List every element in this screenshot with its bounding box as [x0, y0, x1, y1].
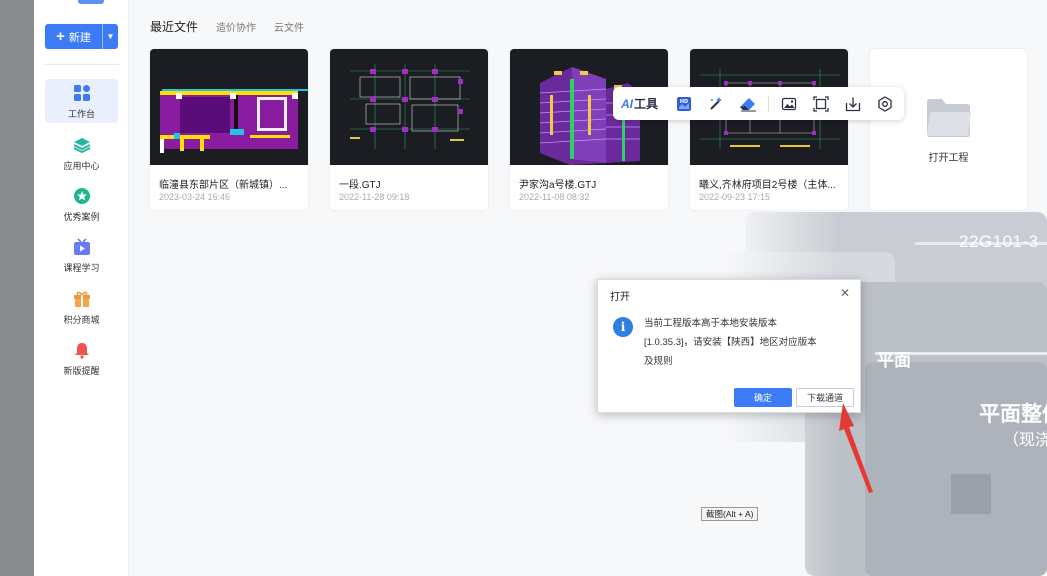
sidebar-item-points-mall[interactable]: 积分商城: [45, 285, 118, 329]
file-date: 2023-03-24 16:46: [159, 192, 231, 202]
confirm-button[interactable]: 确定: [734, 388, 792, 407]
new-dropdown-arrow[interactable]: ▼: [102, 24, 118, 49]
file-card[interactable]: 尹家沟a号楼.GTJ 2022-11-08 08:32: [510, 49, 668, 210]
new-button-label: 新建: [68, 31, 91, 44]
gift-icon: [72, 289, 92, 309]
layers-icon: [72, 135, 92, 155]
sidebar-item-label: 工作台: [67, 108, 95, 119]
image-icon[interactable]: [773, 87, 805, 120]
sidebar-item-app-center[interactable]: 应用中心: [45, 131, 118, 175]
ai-toolbar: AI 工具 HD: [613, 87, 904, 120]
hd-icon[interactable]: HD: [668, 87, 700, 120]
tab-recent-files[interactable]: 最近文件: [150, 18, 198, 35]
file-date: 2022-11-08 08:32: [519, 192, 590, 202]
app-logo-fragment: [78, 0, 104, 4]
background-subheading: （现浇混: [1003, 432, 1047, 449]
file-card[interactable]: 一段.GTJ 2022-11-28 09:18: [330, 49, 488, 210]
eraser-icon[interactable]: [732, 87, 764, 120]
ai-tools-label: 工具: [634, 97, 659, 111]
sidebar-item-update-reminder[interactable]: 新版提醒: [45, 336, 118, 380]
left-window-edge: [0, 0, 34, 576]
background-small-heading: 平面: [877, 351, 911, 370]
dialog-message: 当前工程版本高于本地安装版本 [1.0.35.3]，请安装【陕西】地区对应版本 …: [644, 314, 844, 371]
open-dialog: 打开 ✕ i 当前工程版本高于本地安装版本 [1.0.35.3]，请安装【陕西】…: [597, 279, 861, 413]
file-thumbnail: [330, 49, 488, 165]
dialog-title: 打开: [610, 292, 630, 303]
settings-icon[interactable]: [869, 87, 901, 120]
file-card[interactable]: 曦义,齐林府项目2号楼（主体... 2022-09-23 17:15: [690, 49, 848, 210]
tab-cloud-files[interactable]: 云文件: [274, 19, 304, 34]
dialog-message-line: 当前工程版本高于本地安装版本: [644, 318, 778, 329]
file-name: 尹家沟a号楼.GTJ: [519, 180, 597, 191]
tab-cost-collaboration[interactable]: 造价协作: [216, 19, 256, 34]
dialog-message-line: 及规则: [644, 356, 673, 367]
file-date: 2022-09-23 17:15: [699, 192, 771, 202]
background-code-text: 22G101-3: [959, 232, 1039, 251]
info-icon: i: [613, 317, 633, 337]
new-button-main[interactable]: + 新建: [45, 24, 102, 49]
magic-wand-icon[interactable]: [700, 87, 732, 120]
sidebar-item-label: 积分商城: [63, 314, 100, 325]
file-tabs: 最近文件 造价协作 云文件: [150, 18, 304, 35]
bell-icon: [72, 340, 92, 360]
close-icon[interactable]: ✕: [840, 286, 850, 300]
ai-prefix: AI: [621, 96, 633, 111]
download-icon[interactable]: [837, 87, 869, 120]
file-name: 一段.GTJ: [339, 180, 381, 191]
sidebar-divider: [44, 64, 119, 65]
folder-icon: [925, 96, 973, 143]
sidebar-item-label: 应用中心: [63, 160, 100, 171]
file-thumbnail: [150, 49, 308, 165]
ai-tools-button[interactable]: AI 工具: [621, 95, 658, 112]
svg-text:HD: HD: [680, 99, 688, 105]
grid-icon: [72, 83, 92, 103]
plus-icon: +: [56, 28, 65, 45]
file-date: 2022-11-28 09:18: [339, 192, 410, 202]
background-heading: 平面整体表: [979, 403, 1047, 426]
new-button[interactable]: + 新建 ▼: [45, 24, 118, 49]
annotation-arrow: [839, 403, 873, 493]
crop-icon[interactable]: [805, 87, 837, 120]
tv-play-icon: [72, 237, 92, 257]
sidebar-item-workbench[interactable]: 工作台: [45, 79, 118, 123]
open-project-label: 打开工程: [928, 152, 969, 164]
star-badge-icon: [72, 186, 92, 206]
toolbar-separator: [768, 95, 770, 112]
file-name: 临潼县东部片区（新城镇）...: [159, 180, 288, 191]
sidebar-item-label: 新版提醒: [63, 365, 100, 376]
sidebar-item-cases[interactable]: 优秀案例: [45, 182, 118, 226]
file-card[interactable]: 临潼县东部片区（新城镇）... 2023-03-24 16:46: [150, 49, 308, 210]
sidebar-item-courses[interactable]: 课程学习: [45, 233, 118, 277]
screenshot-tooltip: 截图(Alt + A): [701, 507, 759, 521]
file-name: 曦义,齐林府项目2号楼（主体...: [699, 180, 836, 191]
open-project-card[interactable]: 打开工程: [870, 49, 1027, 210]
sidebar-item-label: 优秀案例: [63, 211, 100, 222]
sidebar-item-label: 课程学习: [63, 262, 100, 273]
dialog-message-line: [1.0.35.3]，请安装【陕西】地区对应版本: [644, 337, 817, 348]
